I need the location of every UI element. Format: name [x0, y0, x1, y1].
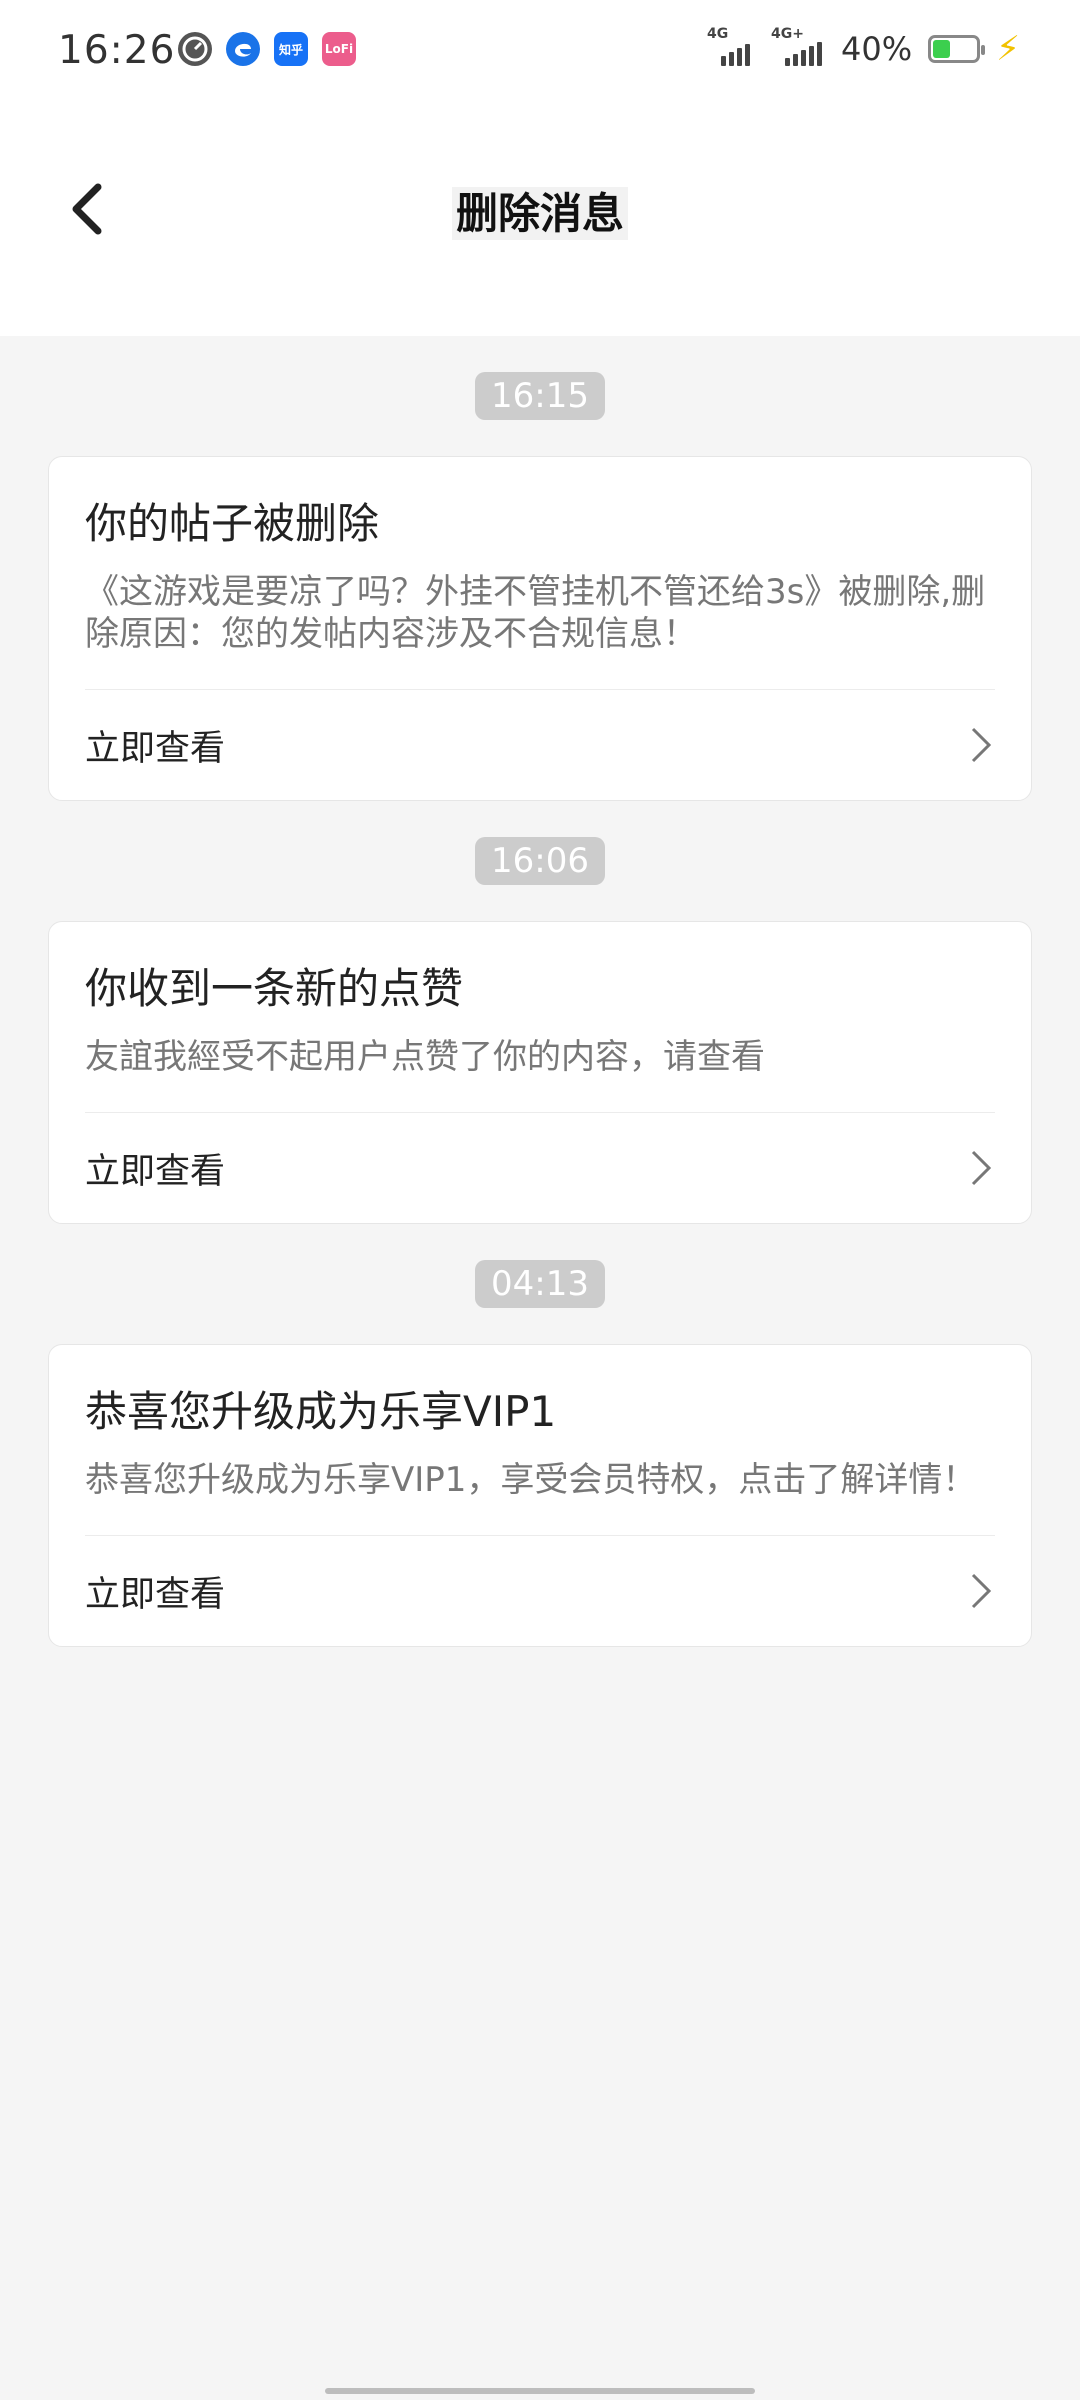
battery-percent: 40%: [841, 30, 913, 68]
chevron-right-icon: [971, 727, 992, 763]
view-now-button[interactable]: 立即查看: [85, 1536, 995, 1646]
view-now-button[interactable]: 立即查看: [85, 690, 995, 800]
signal-icon-2: 4G+: [771, 26, 825, 66]
message-body: 恭喜您升级成为乐享VIP1，享受会员特权，点击了解详情！: [85, 1460, 977, 1500]
message-body: 友誼我經受不起用户点赞了你的内容，请查看: [85, 1037, 765, 1077]
page-title: 删除消息: [0, 180, 1080, 241]
message-card: 恭喜您升级成为乐享VIP1 恭喜您升级成为乐享VIP1，享受会员特权，点击了解详…: [48, 1344, 1032, 1647]
edge-icon: [226, 32, 260, 66]
message-title: 你的帖子被删除: [85, 499, 380, 548]
lofter-icon: LoFi: [322, 32, 356, 66]
message-title: 你收到一条新的点赞: [85, 964, 464, 1013]
zhihu-icon: 知乎: [274, 32, 308, 66]
chevron-right-icon: [971, 1150, 992, 1186]
home-indicator[interactable]: [325, 2388, 755, 2394]
message-time: 16:15: [475, 372, 605, 420]
chevron-right-icon: [971, 1573, 992, 1609]
message-card: 你的帖子被删除 《这游戏是要凉了吗？外挂不管挂机不管还给3s》被删除,删除原因：…: [48, 456, 1032, 801]
header: 删除消息: [0, 104, 1080, 336]
speed-icon: [178, 32, 212, 66]
message-list: 16:15 你的帖子被删除 《这游戏是要凉了吗？外挂不管挂机不管还给3s》被删除…: [48, 336, 1032, 1647]
view-now-label: 立即查看: [85, 1574, 226, 1615]
message-body: 《这游戏是要凉了吗？外挂不管挂机不管还给3s》被删除,删除原因：您的发帖内容涉及…: [85, 572, 986, 654]
status-bar: 16:26 知乎 LoFi 4G 4G+ 40% ⚡: [0, 0, 1080, 104]
message-title: 恭喜您升级成为乐享VIP1: [85, 1387, 557, 1436]
view-now-label: 立即查看: [85, 728, 226, 769]
charging-icon: ⚡: [996, 29, 1020, 69]
status-time: 16:26: [58, 28, 176, 73]
system-indicators: 4G 4G+ 40% ⚡: [707, 26, 1020, 69]
view-now-label: 立即查看: [85, 1151, 226, 1192]
battery-icon: [928, 35, 986, 63]
message-time: 16:06: [475, 837, 605, 885]
battery-level: [933, 40, 950, 58]
message-time: 04:13: [475, 1260, 605, 1308]
message-card: 你收到一条新的点赞 友誼我經受不起用户点赞了你的内容，请查看 立即查看: [48, 921, 1032, 1224]
view-now-button[interactable]: 立即查看: [85, 1113, 995, 1223]
notification-icons: 知乎 LoFi: [178, 32, 356, 66]
signal-icon-1: 4G: [707, 26, 755, 66]
